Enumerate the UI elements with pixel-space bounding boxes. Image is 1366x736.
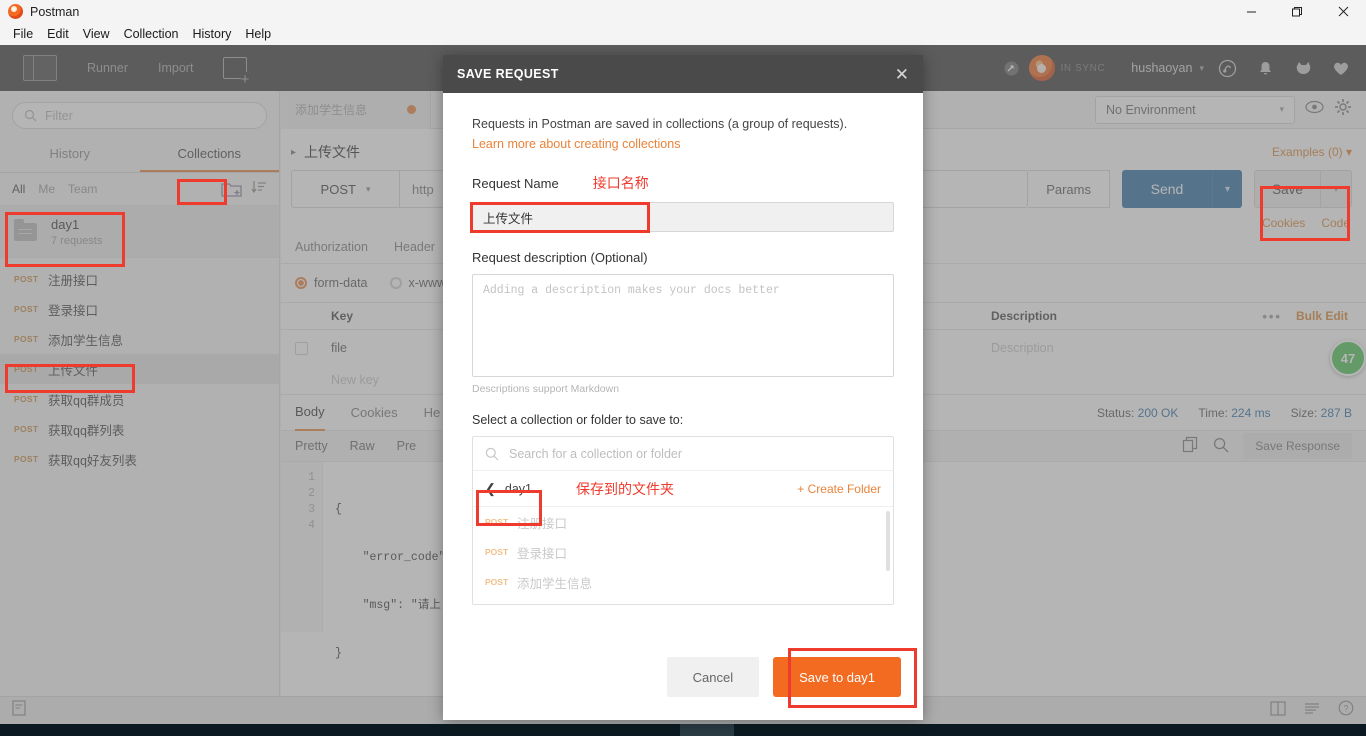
list-item-method: POST bbox=[485, 577, 509, 587]
save-request-modal: SAVE REQUEST ✕ Requests in Postman are s… bbox=[443, 55, 923, 720]
cancel-button[interactable]: Cancel bbox=[666, 657, 760, 697]
request-name-label: Request Name bbox=[472, 175, 559, 191]
menu-view[interactable]: View bbox=[76, 25, 117, 43]
menu-bar: File Edit View Collection History Help bbox=[0, 23, 1366, 45]
modal-description: Requests in Postman are saved in collect… bbox=[472, 117, 848, 131]
picker-annotation: 保存到的文件夹 bbox=[576, 480, 675, 497]
window-controls bbox=[1228, 0, 1366, 23]
list-item[interactable]: POST 注册接口 bbox=[473, 507, 893, 537]
request-description-label: Request description (Optional) bbox=[472, 250, 648, 265]
os-taskbar bbox=[0, 724, 1366, 736]
list-item-name: 登录接口 bbox=[517, 546, 568, 561]
title-bar: Postman bbox=[0, 0, 1366, 23]
picker-scrollbar[interactable] bbox=[886, 511, 890, 571]
modal-header: SAVE REQUEST ✕ bbox=[443, 55, 923, 93]
close-icon[interactable]: ✕ bbox=[895, 66, 909, 83]
list-item[interactable]: POST 添加学生信息 bbox=[473, 567, 893, 597]
request-description-textarea[interactable]: Adding a description makes your docs bet… bbox=[472, 274, 894, 377]
request-name-label-row: Request Name 接口名称 bbox=[472, 173, 894, 193]
modal-body: Requests in Postman are saved in collect… bbox=[443, 93, 923, 605]
picker-crumb-name[interactable]: day1 bbox=[505, 482, 532, 496]
request-description-placeholder: Adding a description makes your docs bet… bbox=[483, 284, 780, 297]
list-item-method: POST bbox=[485, 517, 509, 527]
create-folder-button[interactable]: + Create Folder bbox=[797, 482, 881, 496]
window-title: Postman bbox=[30, 4, 80, 19]
menu-file[interactable]: File bbox=[6, 25, 40, 43]
close-button[interactable] bbox=[1320, 0, 1366, 23]
postman-window: Postman File Edit View Collection Histor… bbox=[0, 0, 1366, 736]
collection-search-placeholder: Search for a collection or folder bbox=[509, 446, 683, 461]
collection-picker: Search for a collection or folder ❮ day1… bbox=[472, 436, 894, 605]
picker-list: POST 注册接口 POST 登录接口 POST 添加学生信息 bbox=[473, 507, 893, 604]
modal-title: SAVE REQUEST bbox=[457, 67, 559, 81]
taskbar-item[interactable] bbox=[680, 724, 734, 736]
postman-logo-icon bbox=[8, 4, 23, 19]
request-name-input[interactable]: 上传文件 bbox=[472, 202, 894, 232]
maximize-button[interactable] bbox=[1274, 0, 1320, 23]
learn-more-link[interactable]: Learn more about creating collections bbox=[472, 137, 894, 151]
picker-breadcrumb: ❮ day1 保存到的文件夹 + Create Folder bbox=[473, 471, 893, 507]
markdown-hint: Descriptions support Markdown bbox=[472, 383, 620, 395]
list-item-method: POST bbox=[485, 547, 509, 557]
menu-edit[interactable]: Edit bbox=[40, 25, 76, 43]
collection-search-input[interactable]: Search for a collection or folder bbox=[473, 437, 893, 471]
request-name-annotation: 接口名称 bbox=[592, 175, 649, 191]
list-item-name: 添加学生信息 bbox=[517, 576, 593, 591]
menu-help[interactable]: Help bbox=[238, 25, 278, 43]
list-item-name: 注册接口 bbox=[517, 516, 568, 531]
list-item[interactable]: POST 登录接口 bbox=[473, 537, 893, 567]
minimize-button[interactable] bbox=[1228, 0, 1274, 23]
search-icon bbox=[485, 447, 499, 460]
menu-collection[interactable]: Collection bbox=[117, 25, 186, 43]
back-chevron-left-icon[interactable]: ❮ bbox=[485, 481, 496, 497]
menu-history[interactable]: History bbox=[185, 25, 238, 43]
save-to-collection-button[interactable]: Save to day1 bbox=[773, 657, 901, 697]
request-name-value: 上传文件 bbox=[483, 211, 534, 226]
select-collection-label: Select a collection or folder to save to… bbox=[472, 413, 684, 427]
modal-footer: Cancel Save to day1 bbox=[443, 634, 923, 720]
